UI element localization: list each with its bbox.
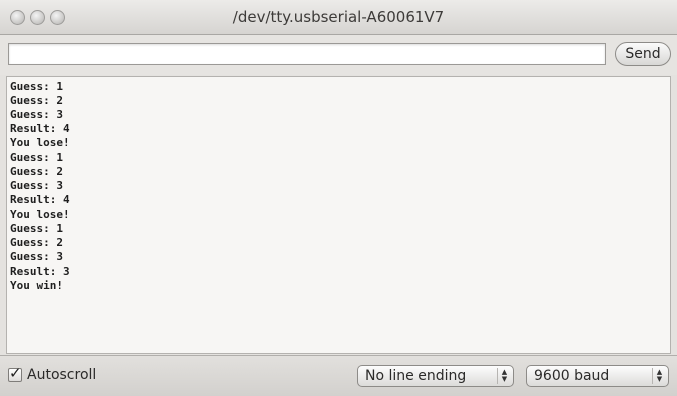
baud-rate-value: 9600 baud — [534, 368, 610, 384]
output-line: Guess: 3 — [10, 179, 63, 192]
minimize-button-icon[interactable] — [30, 10, 45, 25]
output-line: Result: 4 — [10, 122, 70, 135]
send-button[interactable]: Send — [615, 42, 671, 66]
output-line: Guess: 2 — [10, 94, 63, 107]
output-line: You lose! — [10, 208, 70, 221]
up-down-arrows-icon: ▲ ▼ — [652, 368, 666, 384]
output-line: Guess: 1 — [10, 222, 63, 235]
output-line: Guess: 1 — [10, 151, 63, 164]
output-line: You win! — [10, 279, 63, 292]
title-bar[interactable]: /dev/tty.usbserial-A60061V7 — [0, 0, 677, 35]
output-line: Result: 4 — [10, 193, 70, 206]
serial-input-field[interactable] — [8, 43, 606, 65]
close-button-icon[interactable] — [10, 10, 25, 25]
line-ending-select[interactable]: No line ending ▲ ▼ — [357, 365, 514, 387]
output-line: Guess: 3 — [10, 108, 63, 121]
window-title: /dev/tty.usbserial-A60061V7 — [232, 8, 445, 26]
serial-monitor-window: /dev/tty.usbserial-A60061V7 Send Guess: … — [0, 0, 677, 396]
serial-output-area[interactable]: Guess: 1 Guess: 2 Guess: 3 Result: 4 You… — [6, 76, 671, 354]
up-down-arrows-icon: ▲ ▼ — [497, 368, 511, 384]
checkmark-icon: ✓ — [9, 364, 22, 382]
baud-rate-select[interactable]: 9600 baud ▲ ▼ — [526, 365, 669, 387]
output-line: Guess: 1 — [10, 80, 63, 93]
line-ending-value: No line ending — [365, 368, 467, 384]
output-line: Result: 3 — [10, 265, 70, 278]
output-line: Guess: 2 — [10, 165, 63, 178]
output-line: Guess: 3 — [10, 250, 63, 263]
autoscroll-checkbox[interactable]: ✓ — [8, 364, 22, 382]
zoom-button-icon[interactable] — [50, 10, 65, 25]
output-line: You lose! — [10, 136, 70, 149]
autoscroll-toggle[interactable]: ✓ Autoscroll — [8, 364, 97, 384]
autoscroll-label: Autoscroll — [27, 367, 97, 383]
output-line: Guess: 2 — [10, 236, 63, 249]
